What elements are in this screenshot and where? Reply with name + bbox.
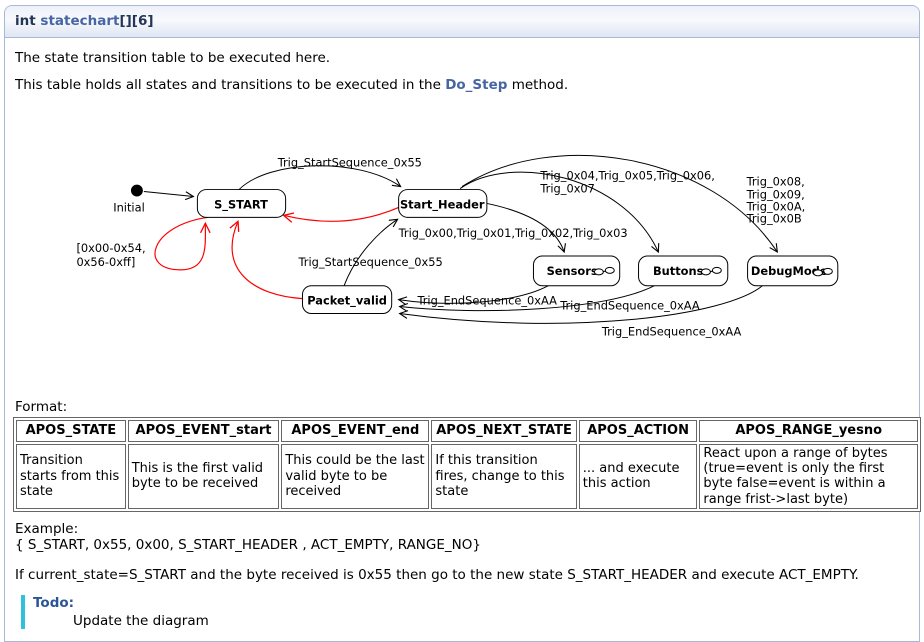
statechart-svg: Initial S_START Start_Header Sensors But… xyxy=(13,119,924,389)
edge-packetvalid-to-sstart xyxy=(232,221,302,298)
col-apos-event-end: APOS_EVENT_end xyxy=(281,420,429,442)
col-apos-action: APOS_ACTION xyxy=(579,420,698,442)
col-apos-next-state: APOS_NEXT_STATE xyxy=(431,420,576,442)
col-apos-range-yesno: APOS_RANGE_yesno xyxy=(699,420,918,442)
edge-startheader-to-sstart xyxy=(284,207,399,221)
state-s-start-label: S_START xyxy=(214,197,268,212)
transition-labels: Trig_StartSequence_0x55 Trig_0x00,Trig_0… xyxy=(76,155,805,338)
cell-apos-range-yesno: React upon a range of bytes (true=event … xyxy=(699,444,918,509)
edge-packetvalid-to-startheader xyxy=(344,219,398,285)
col-apos-state: APOS_STATE xyxy=(16,420,126,442)
initial-state-label: Initial xyxy=(113,200,145,214)
example-code: { S_START, 0x55, 0x00, S_START_HEADER , … xyxy=(15,538,911,554)
description-line-1: The state transition table to be execute… xyxy=(15,51,909,66)
format-table: APOS_STATE APOS_EVENT_start APOS_EVENT_e… xyxy=(13,417,921,512)
initial-state-dot xyxy=(131,184,143,196)
format-label: Format: xyxy=(15,399,911,415)
statechart-diagram: Initial S_START Start_Header Sensors But… xyxy=(13,119,924,389)
label-range-line-1: [0x00-0x54, xyxy=(76,241,145,255)
state-sensors-label: Sensors xyxy=(547,264,598,278)
example-explanation: If current_state=S_START and the byte re… xyxy=(15,567,911,583)
member-type: int xyxy=(15,13,36,29)
member-suffix: [][6] xyxy=(119,13,153,29)
label-range-line-2: 0x56-0xff] xyxy=(76,255,135,269)
format-table-body-row: Transition starts from this state This i… xyxy=(16,444,918,509)
state-start-header-label: Start_Header xyxy=(400,197,485,212)
cell-apos-next-state: If this transition fires, change to this… xyxy=(431,444,576,509)
state-packet-valid-label: Packet_valid xyxy=(307,293,387,308)
todo-text: Update the diagram xyxy=(73,613,911,629)
label-to-debug-4: Trig_0x0B xyxy=(746,211,802,225)
todo-block: Todo: Update the diagram xyxy=(21,595,911,629)
do-step-link[interactable]: Do_Step xyxy=(445,77,507,93)
cell-apos-event-start: This is the first valid byte to be recei… xyxy=(128,444,280,509)
label-start-sequence-top: Trig_StartSequence_0x55 xyxy=(277,155,422,169)
cell-apos-state: Transition starts from this state xyxy=(16,444,126,509)
format-table-header-row: APOS_STATE APOS_EVENT_start APOS_EVENT_e… xyxy=(16,420,918,442)
label-to-sensors: Trig_0x00,Trig_0x01,Trig_0x02,Trig_0x03 xyxy=(398,226,628,240)
cell-apos-event-end: This could be the last valid byte to be … xyxy=(281,444,429,509)
label-end-sequence-debug: Trig_EndSequence_0xAA xyxy=(601,324,742,338)
label-end-sequence-sensors: Trig_EndSequence_0xAA xyxy=(416,293,557,307)
example-label: Example: xyxy=(15,522,911,538)
edge-sstart-self-loop xyxy=(155,217,208,270)
edge-initial-to-sstart xyxy=(144,191,194,196)
cell-apos-action: ... and execute this action xyxy=(579,444,698,509)
label-end-sequence-buttons: Trig_EndSequence_0xAA xyxy=(559,298,700,312)
todo-label: Todo: xyxy=(33,595,911,611)
state-buttons-label: Buttons xyxy=(653,264,704,278)
description-line-2: This table holds all states and transiti… xyxy=(15,78,909,93)
member-doc-body: The state transition table to be execute… xyxy=(5,38,919,641)
member-name-link[interactable]: statechart xyxy=(40,13,119,29)
member-doc-block: int statechart[][6] The state transition… xyxy=(4,5,920,642)
label-to-buttons-2: Trig_0x07 xyxy=(539,181,595,195)
col-apos-event-start: APOS_EVENT_start xyxy=(128,420,280,442)
example-block: Example: { S_START, 0x55, 0x00, S_START_… xyxy=(15,522,911,553)
member-prototype-header: int statechart[][6] xyxy=(5,6,919,38)
label-start-sequence-packet: Trig_StartSequence_0x55 xyxy=(298,255,443,269)
